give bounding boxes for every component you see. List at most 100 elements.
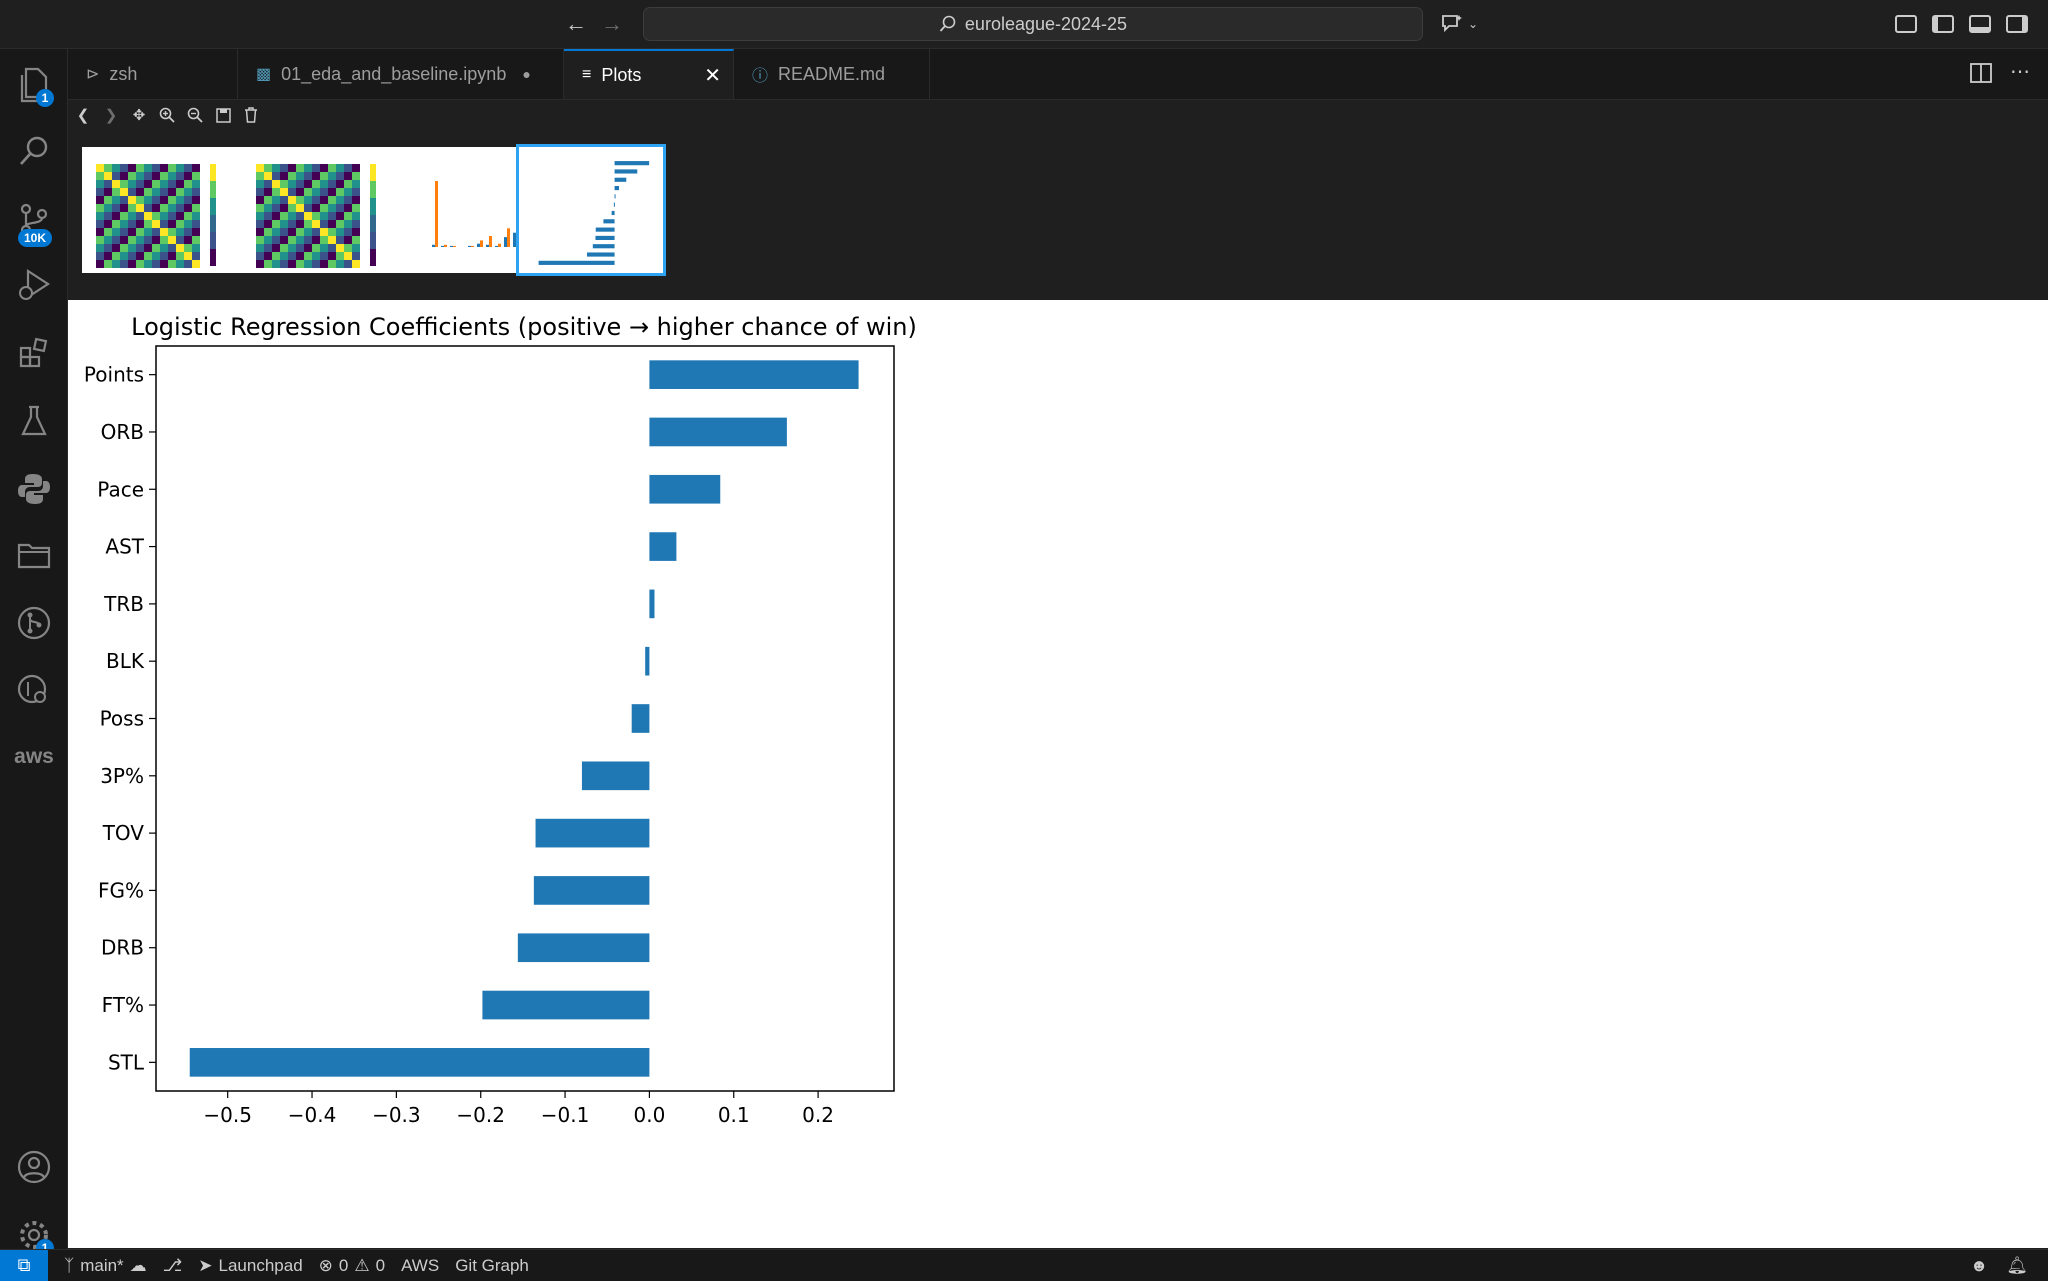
heatmap-cell [304, 164, 312, 172]
back-arrow-icon[interactable]: ← [562, 10, 590, 38]
git-graph-status[interactable]: Git Graph [455, 1256, 529, 1276]
heatmap-cell [176, 164, 184, 172]
accounts-icon[interactable] [12, 1145, 56, 1189]
delete-plot-icon[interactable] [240, 104, 262, 126]
heatmap-cell [128, 228, 136, 236]
warning-icon: ⚠ [354, 1255, 370, 1275]
heatmap-cell [128, 252, 136, 260]
heatmap-cell [296, 228, 304, 236]
save-plot-icon[interactable] [212, 104, 234, 126]
remote-indicator-icon[interactable]: ⧉ [0, 1250, 48, 1281]
heatmap-cell [320, 244, 328, 252]
heatmap-cell [120, 228, 128, 236]
heatmap-cell [304, 188, 312, 196]
bar-orb [649, 417, 787, 447]
heatmap-cell [264, 252, 272, 260]
python-icon[interactable] [12, 467, 56, 511]
thumbnail-correlation-2[interactable] [242, 147, 402, 273]
heatmap-cell [152, 188, 160, 196]
heatmap-cell [344, 164, 352, 172]
toggle-panel-icon[interactable] [1969, 15, 1991, 33]
branch-status[interactable]: ᛉ main* ☁ [64, 1256, 147, 1276]
previous-plot-icon[interactable]: ❮ [72, 104, 94, 126]
modified-dot-icon[interactable]: ● [522, 66, 530, 82]
heatmap-cell [344, 220, 352, 228]
aws-icon[interactable]: aws [12, 735, 56, 779]
heatmap-cell [136, 204, 144, 212]
thumb-barh-mark [614, 194, 616, 199]
more-actions-icon[interactable]: ⋯ [2010, 59, 2030, 84]
thumbnail-correlation-1[interactable] [82, 147, 242, 273]
coefficients-chart: Logistic Regression Coefficients (positi… [84, 313, 917, 1127]
tab-zsh[interactable]: ⊳ zsh [68, 49, 238, 99]
heatmap-cell [152, 164, 160, 172]
explorer-icon[interactable]: 1 [12, 63, 56, 107]
heatmap-cell [152, 220, 160, 228]
heatmap-cell [112, 188, 120, 196]
source-control-icon[interactable]: 10K [12, 197, 56, 247]
branch-icon: ᛉ [64, 1255, 75, 1275]
customize-layout-icon[interactable] [1895, 15, 1917, 33]
git-graph-icon[interactable] [12, 601, 56, 645]
heatmap-cell [136, 220, 144, 228]
colorbar-segment [210, 232, 216, 249]
heatmap-cell [320, 252, 328, 260]
colorbar-segment [370, 249, 376, 266]
thumb-barh-mark [614, 161, 650, 166]
thumb-heatmap [256, 164, 376, 268]
heatmap-cell [320, 220, 328, 228]
heatmap-cell [112, 252, 120, 260]
heatmap-cell [136, 228, 144, 236]
zoom-out-icon[interactable] [184, 104, 206, 126]
heatmap-cell [312, 260, 320, 268]
toggle-secondary-sidebar-icon[interactable] [2006, 15, 2028, 33]
toggle-primary-sidebar-icon[interactable] [1932, 15, 1954, 33]
pan-icon[interactable]: ✥ [128, 104, 150, 126]
gitlens-inspect-icon[interactable] [12, 669, 56, 713]
notifications-bell-icon[interactable]: 🔔︎ [2006, 1256, 2028, 1276]
heatmap-cell [304, 228, 312, 236]
testing-flask-icon[interactable] [12, 399, 56, 443]
launchpad-status[interactable]: ➤ Launchpad [198, 1256, 302, 1276]
heatmap-cell [112, 260, 120, 268]
forward-arrow-icon[interactable]: → [598, 10, 626, 38]
run-debug-icon[interactable] [12, 263, 56, 307]
next-plot-icon[interactable]: ❯ [100, 104, 122, 126]
command-center-search[interactable]: euroleague-2024-25 [643, 7, 1423, 41]
split-editor-icon[interactable] [1970, 63, 1992, 88]
problems-status[interactable]: ⊗ 0 ⚠ 0 [319, 1256, 385, 1276]
heatmap-cell [336, 212, 344, 220]
heatmap-cell [176, 196, 184, 204]
copilot-status-icon[interactable]: ☻ [1970, 1256, 1988, 1276]
tab-notebook[interactable]: ▩ 01_eda_and_baseline.ipynb ● [238, 49, 564, 99]
heatmap-cell [336, 172, 344, 180]
extensions-icon[interactable] [12, 331, 56, 375]
tab-readme[interactable]: ⓘ README.md [734, 49, 930, 99]
heatmap-cell [136, 212, 144, 220]
project-manager-icon[interactable] [12, 533, 56, 577]
plots-icon: ≡ [582, 66, 592, 83]
aws-status[interactable]: AWS [401, 1256, 439, 1276]
colorbar-segment [370, 164, 376, 181]
heatmap-cell [328, 236, 336, 244]
y-tick-label: Poss [100, 707, 144, 731]
close-icon[interactable]: ✕ [704, 63, 721, 88]
heatmap-cell [264, 204, 272, 212]
gitlens-status[interactable]: ⎇ [163, 1256, 183, 1276]
heatmap-cell [96, 260, 104, 268]
thumbnail-coefficients[interactable] [516, 144, 666, 276]
heatmap-cell [160, 204, 168, 212]
bar-points [649, 360, 859, 389]
tab-plots[interactable]: ≡ Plots ✕ [564, 49, 734, 99]
heatmap-cell [272, 180, 280, 188]
search-view-icon[interactable] [12, 129, 56, 173]
heatmap-cell [104, 252, 112, 260]
heatmap-cell [352, 164, 360, 172]
y-tick-label: DRB [101, 936, 144, 960]
heatmap-cell [128, 212, 136, 220]
heatmap-cell [304, 236, 312, 244]
heatmap-cell [128, 236, 136, 244]
copilot-menu[interactable]: ⌄ [1440, 10, 1478, 38]
zoom-in-icon[interactable] [156, 104, 178, 126]
y-tick-label: FG% [98, 878, 144, 902]
